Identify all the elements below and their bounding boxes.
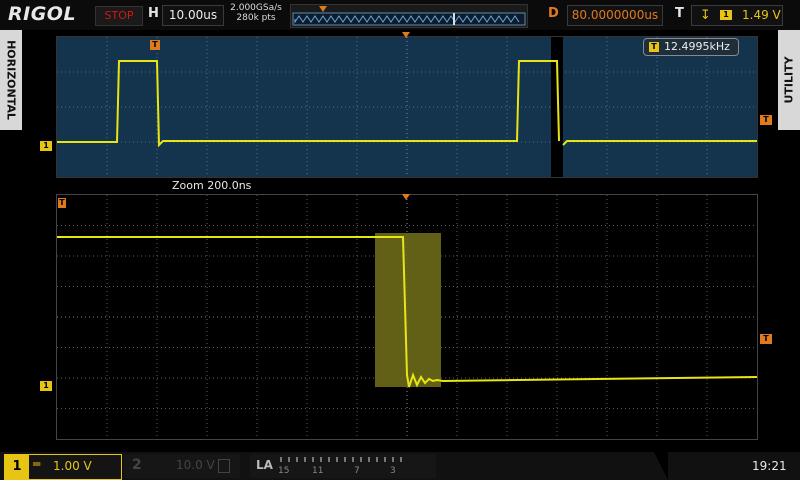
zoom-region-marker: [551, 37, 563, 177]
zoom-timebase-label: Zoom 200.0ns: [172, 179, 252, 192]
trigger-label: T: [675, 6, 684, 21]
trigger-source-badge: 1: [720, 10, 732, 20]
main-ch1-ground-marker[interactable]: 1: [40, 141, 52, 151]
frequency-value: 12.4995kHz: [664, 40, 730, 53]
ch2-settings[interactable]: 2 10.0 V: [124, 454, 240, 478]
freq-source-badge: T: [649, 42, 659, 52]
zoom-trigger-level-marker[interactable]: T: [760, 334, 772, 344]
ch1-number: 1: [5, 455, 29, 479]
acquisition-info: 2.000GSa/s 280k pts: [229, 3, 283, 23]
falling-edge-icon: ↧: [700, 8, 711, 23]
frequency-counter[interactable]: T 12.4995kHz: [643, 38, 739, 56]
ch1-settings[interactable]: 1 ═ 1.00 V: [4, 454, 122, 480]
rigol-logo: RIGOL: [8, 3, 77, 25]
horizontal-menu-tab[interactable]: HORIZONTAL: [0, 30, 22, 130]
trigger-settings[interactable]: ↧ 1 1.49 V: [691, 5, 783, 26]
zoom-waveform-plot: [57, 195, 758, 439]
zoom-trigger-time-marker: T: [58, 198, 66, 208]
zoom-trigger-position-icon: [402, 194, 410, 200]
la-group-11: 11: [312, 466, 324, 476]
ch2-scale: 10.0 V: [176, 458, 215, 472]
run-stop-status[interactable]: STOP: [95, 6, 143, 26]
persistence-band: [375, 233, 441, 387]
main-trigger-position-icon: [402, 32, 410, 38]
sample-rate: 2.000GSa/s: [230, 3, 282, 13]
la-group-3: 3: [390, 466, 396, 476]
trigger-level-value: 1.49 V: [742, 8, 781, 22]
ch2-impedance-icon: [218, 459, 230, 473]
la-group-15: 15: [278, 466, 290, 476]
la-label: LA: [256, 458, 273, 472]
memory-waveform-preview: [292, 6, 526, 26]
main-waveform-plot: [57, 37, 757, 177]
la-channel-indicators: [280, 457, 402, 462]
horizontal-tab-label: HORIZONTAL: [4, 40, 18, 120]
logic-analyzer-settings[interactable]: LA 15 11 7 3: [250, 454, 436, 478]
zoom-ch1-ground-marker[interactable]: 1: [40, 381, 52, 391]
horizontal-label: H: [148, 6, 159, 21]
main-trigger-level-marker[interactable]: T: [760, 115, 772, 125]
ch1-scale: 1.00 V: [53, 459, 92, 473]
la-group-7: 7: [354, 466, 360, 476]
zoom-waveform-window[interactable]: [56, 194, 758, 440]
timebase-value[interactable]: 10.00us: [162, 5, 224, 26]
delay-label: D: [548, 6, 559, 21]
trigger-position-icon: [319, 6, 327, 12]
main-waveform-window[interactable]: [56, 36, 758, 178]
ch1-coupling-icon: ═: [33, 457, 41, 471]
bottom-bar-divider: [654, 452, 668, 480]
utility-menu-tab[interactable]: UTILITY: [778, 30, 800, 130]
system-clock: 19:21: [752, 459, 787, 473]
utility-tab-label: UTILITY: [782, 56, 796, 104]
memory-overview-bar[interactable]: [290, 4, 528, 28]
ch2-number: 2: [132, 457, 142, 473]
memory-depth: 280k pts: [236, 13, 276, 23]
main-trigger-time-marker: T: [150, 40, 160, 50]
trigger-delay-value[interactable]: 80.0000000us: [567, 5, 663, 26]
